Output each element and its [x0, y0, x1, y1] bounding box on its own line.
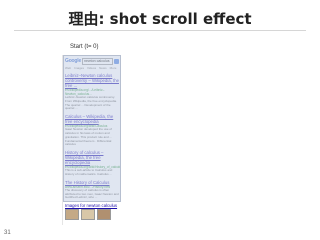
- result-title-link[interactable]: Calculus – Wikipedia, the free encyclope…: [65, 114, 119, 124]
- result-title-link[interactable]: History of calculus – Wikipedia, the fre…: [65, 150, 119, 165]
- image-thumbnail[interactable]: [97, 209, 111, 221]
- phone-screenshot: Google newton calculus Web Images Videos…: [62, 55, 121, 225]
- title-divider: [14, 30, 306, 31]
- tab-more[interactable]: More: [110, 66, 117, 70]
- google-logo: Google: [65, 58, 82, 64]
- result-title-link[interactable]: Leibniz–Newton calculus controversy – Wi…: [65, 73, 119, 88]
- search-tabs: Web Images Videos News More: [65, 66, 119, 70]
- tab-videos[interactable]: Videos: [87, 66, 96, 70]
- image-thumbnail[interactable]: [81, 209, 95, 221]
- screenshot-caption: Start (t= 0): [70, 44, 99, 50]
- tab-web[interactable]: Web: [65, 66, 71, 70]
- result-snippet: The discovery of calculus is often attri…: [65, 187, 119, 200]
- search-result: The History of Calculus www.anselm.edu/.…: [65, 180, 119, 200]
- result-snippet: Isaac Newton developed the use of calcul…: [65, 127, 112, 147]
- search-input[interactable]: newton calculus: [82, 57, 113, 65]
- search-bar: Google newton calculus: [65, 57, 119, 65]
- slide-title: 理由: shot scroll effect: [68, 10, 252, 28]
- page-number: 31: [4, 230, 11, 236]
- tab-images[interactable]: Images: [74, 66, 84, 70]
- search-result: Calculus – Wikipedia, the free encyclope…: [65, 114, 119, 147]
- result-snippet: Leibniz–Newton calculus controversy. Fro…: [65, 95, 117, 111]
- result-snippet: This is a sub-article to Calculus and Hi…: [65, 168, 113, 176]
- image-thumbnails: [65, 209, 119, 221]
- search-result: History of calculus – Wikipedia, the fre…: [65, 150, 121, 177]
- images-title-link[interactable]: Images for newton calculus: [65, 203, 119, 208]
- image-results: Images for newton calculus: [65, 203, 119, 221]
- image-thumbnail[interactable]: [65, 209, 79, 221]
- tab-news[interactable]: News: [99, 66, 107, 70]
- search-result: Leibniz–Newton calculus controversy – Wi…: [65, 73, 119, 111]
- search-button[interactable]: [114, 58, 119, 64]
